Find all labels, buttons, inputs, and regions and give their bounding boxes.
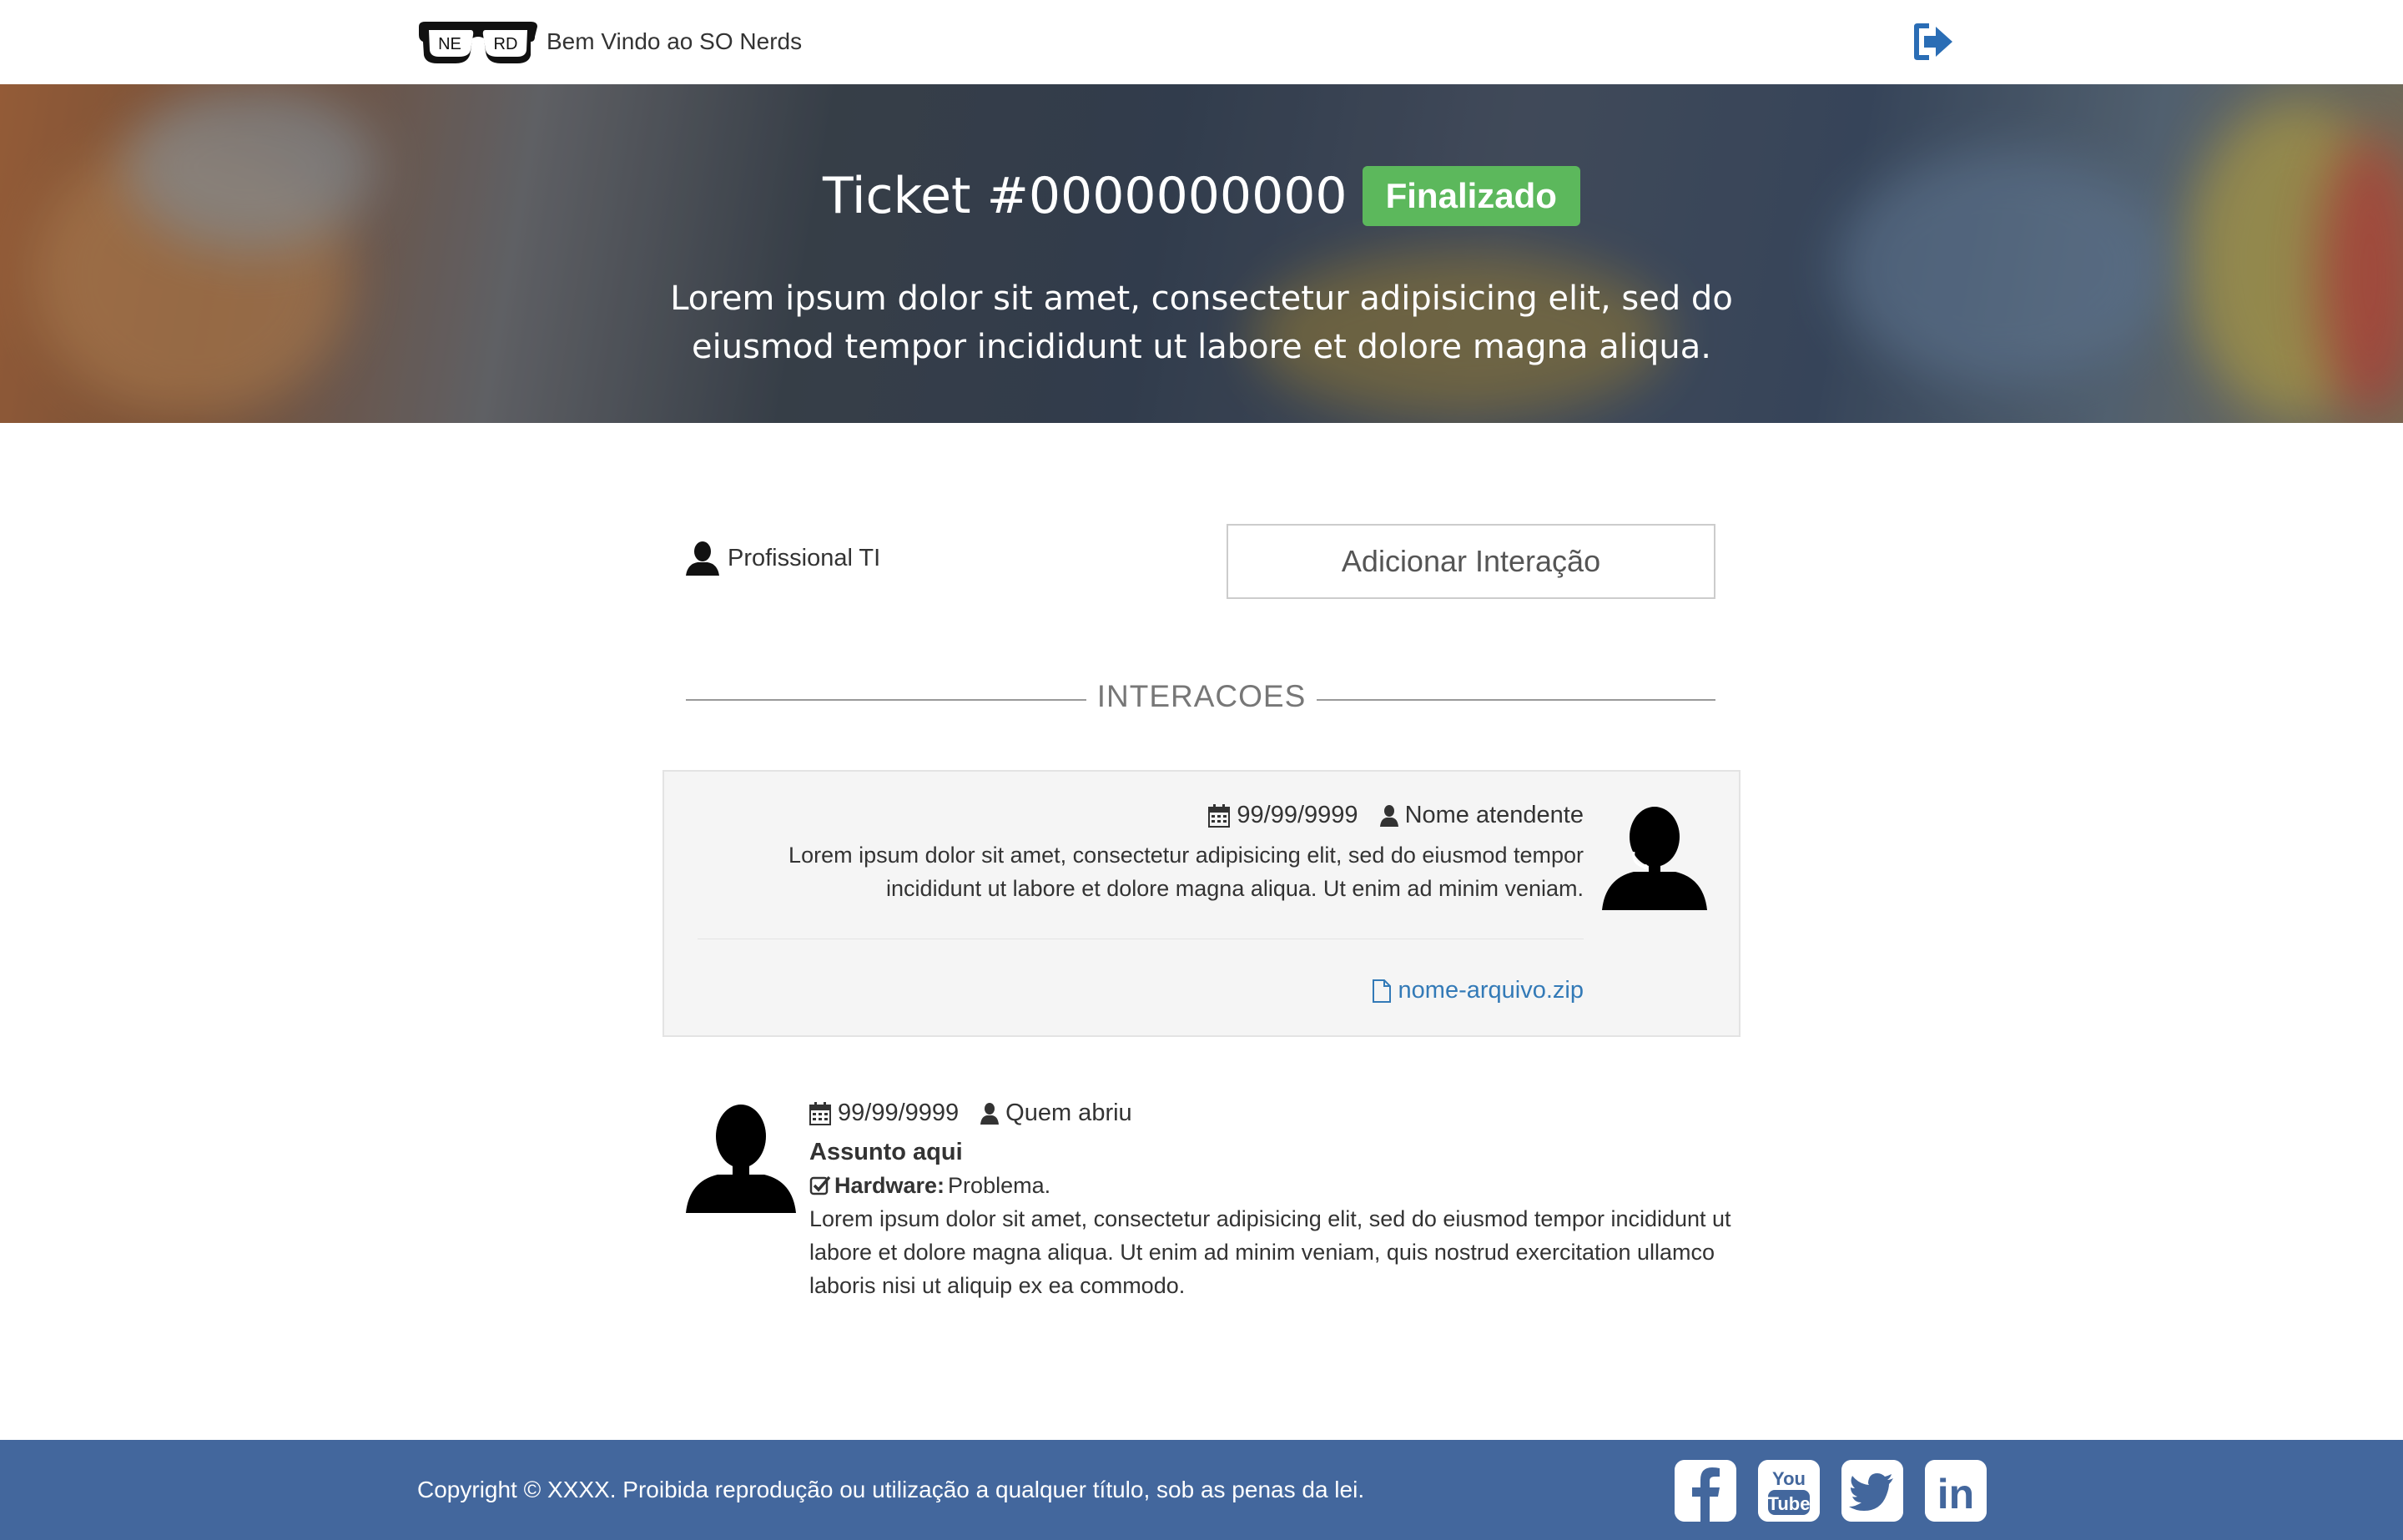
user-avatar-icon xyxy=(686,1105,796,1213)
footer: Copyright © XXXX. Proibida reprodução ou… xyxy=(0,1440,2403,1540)
attachment-filename: nome-arquivo.zip xyxy=(1398,977,1584,1004)
youtube-text-bottom: Tube xyxy=(1768,1493,1811,1514)
assignee-row: Profissional TI xyxy=(686,541,880,576)
entry-category: Hardware: Problema. xyxy=(809,1169,1744,1202)
hero-overlay xyxy=(0,84,2403,423)
sign-out-icon[interactable] xyxy=(1911,22,1954,62)
ticket-heading: Ticket #0000000000 Finalizado xyxy=(0,166,2403,226)
logo-text-left: NE xyxy=(438,35,461,53)
calendar-icon xyxy=(809,1101,831,1125)
linkedin-text: in xyxy=(1937,1471,1974,1517)
entry-body: Lorem ipsum dolor sit amet, consectetur … xyxy=(809,1206,1731,1298)
interaction-card: 99/99/9999 Nome atendente Lorem ipsum do… xyxy=(662,770,1741,1037)
entry-meta: 99/99/9999 Quem abriu xyxy=(809,1100,1744,1127)
youtube-icon[interactable]: You Tube xyxy=(1758,1460,1820,1522)
support-agent-icon xyxy=(1602,807,1707,910)
youtube-text-top: You xyxy=(1772,1468,1806,1489)
person-icon xyxy=(980,1102,1000,1125)
category-value: Problema. xyxy=(948,1173,1051,1198)
ticket-entry: 99/99/9999 Quem abriu Assunto aqui Hardw… xyxy=(809,1100,1744,1302)
entry-date: 99/99/9999 xyxy=(838,1100,960,1126)
category-label: Hardware: xyxy=(834,1173,945,1198)
user-icon xyxy=(686,541,719,576)
entry-subject: Assunto aqui xyxy=(809,1139,963,1165)
interaction-meta: 99/99/9999 Nome atendente xyxy=(1208,802,1584,829)
interaction-author: Nome atendente xyxy=(1404,802,1584,828)
hero-banner: Ticket #0000000000 Finalizado Lorem ipsu… xyxy=(0,84,2403,423)
interaction-message: Lorem ipsum dolor sit amet, consectetur … xyxy=(788,843,1584,901)
attachment-link[interactable]: nome-arquivo.zip xyxy=(1372,977,1584,1004)
section-divider-right xyxy=(1317,699,1715,701)
ticket-description: Lorem ipsum dolor sit amet, consectetur … xyxy=(670,279,1733,366)
nerd-glasses-logo[interactable]: NE RD xyxy=(417,18,539,67)
facebook-icon[interactable] xyxy=(1675,1460,1736,1522)
ticket-title: Ticket #0000000000 xyxy=(823,167,1348,225)
linkedin-icon[interactable]: in xyxy=(1925,1460,1987,1522)
check-square-icon xyxy=(809,1175,831,1195)
logo-text-right: RD xyxy=(494,35,518,53)
file-icon xyxy=(1372,979,1391,1003)
navbar: NE RD Bem Vindo ao SO Nerds xyxy=(0,0,2403,84)
entry-author: Quem abriu xyxy=(1005,1100,1132,1126)
brand-welcome-text: Bem Vindo ao SO Nerds xyxy=(547,28,803,54)
copyright-text: Copyright © XXXX. Proibida reprodução ou… xyxy=(417,1477,1365,1502)
section-title: INTERACOES xyxy=(1096,679,1307,713)
interaction-date: 99/99/9999 xyxy=(1237,802,1358,828)
section-divider-left xyxy=(686,699,1086,701)
twitter-icon[interactable] xyxy=(1841,1460,1903,1522)
status-badge: Finalizado xyxy=(1362,166,1580,226)
assignee-label: Profissional TI xyxy=(728,544,881,571)
calendar-icon xyxy=(1208,803,1231,828)
person-icon xyxy=(1379,804,1398,827)
add-interaction-button[interactable]: Adicionar Interação xyxy=(1227,524,1715,599)
